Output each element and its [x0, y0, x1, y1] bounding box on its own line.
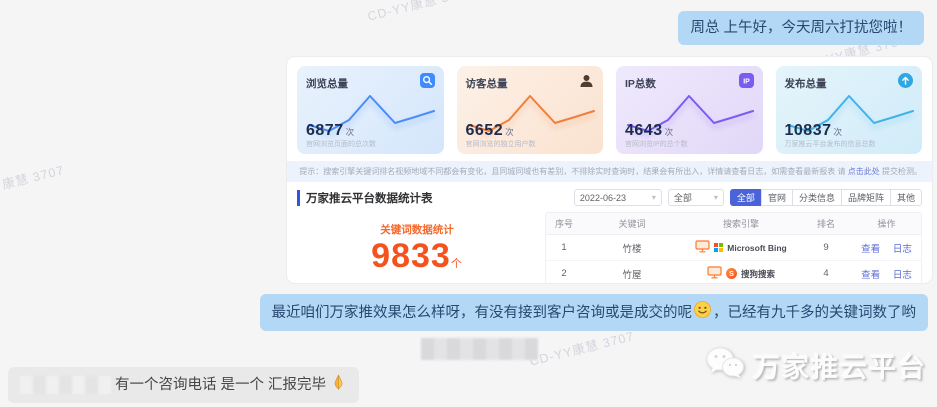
- table-row: 2 竹屋 S 搜狗搜索 4: [546, 261, 921, 284]
- col-rank: 排名: [800, 213, 852, 235]
- keyword-table: 序号 关键词 搜索引擎 排名 操作 1 竹楼: [545, 212, 922, 283]
- tip-link[interactable]: 点击此处: [848, 167, 880, 176]
- sogou-logo-icon: S: [726, 268, 737, 279]
- keyword-stat-value: 9833个: [297, 237, 537, 283]
- stat-cards-row: 浏览总量 6877次 官网浏览页面的总次数 访客总量 6652次: [287, 57, 932, 161]
- cell-rank: 4: [800, 261, 852, 284]
- bing-logo-icon: [714, 243, 723, 252]
- watermark: CD-YY康慧 3707: [0, 159, 66, 203]
- table-row: 1 竹楼 Microsoft Bing 9: [546, 235, 921, 261]
- log-link[interactable]: 日志: [893, 270, 912, 281]
- view-link[interactable]: 查看: [861, 270, 880, 281]
- brand-watermark: 万家推云平台: [705, 346, 927, 385]
- col-keyword: 关键词: [582, 213, 682, 235]
- card-value: 6877次: [306, 122, 355, 140]
- chat-bubble-greeting: 周总 上午好，今天周六打扰您啦！: [678, 11, 924, 45]
- table-header-row: 序号 关键词 搜索引擎 排名 操作: [546, 213, 921, 235]
- tab-classified[interactable]: 分类信息: [792, 189, 842, 206]
- tip-suffix: 提交检测。: [880, 167, 922, 176]
- card-value: 4643次: [625, 122, 674, 140]
- cell-index: 1: [546, 235, 582, 261]
- card-subtitle: 官网浏览IP的总个数: [625, 139, 688, 149]
- tab-website[interactable]: 官网: [761, 189, 793, 206]
- reply-text: 有一个咨询电话 是一个 汇报完毕: [115, 375, 326, 395]
- redacted-text: [421, 338, 538, 360]
- col-actions: 操作: [852, 213, 921, 235]
- chat-bubble-reply: 有一个咨询电话 是一个 汇报完毕: [8, 367, 359, 403]
- scope-select[interactable]: 全部▾: [668, 189, 724, 206]
- stat-card-ip: IP总数 IP 4643次 官网浏览IP的总个数: [616, 66, 763, 154]
- chevron-down-icon: ▾: [714, 193, 718, 202]
- cell-engine: S 搜狗搜索: [682, 261, 800, 284]
- chevron-down-icon: ▾: [652, 193, 656, 202]
- log-link[interactable]: 日志: [893, 244, 912, 255]
- monitor-icon: [707, 266, 722, 282]
- cell-index: 2: [546, 261, 582, 284]
- wechat-logo-icon: [705, 346, 745, 385]
- card-subtitle: 官网浏览的独立用户数: [466, 139, 536, 149]
- cell-actions: 查看 日志: [852, 235, 921, 261]
- folded-hands-emoji: [330, 374, 347, 396]
- question-text-before: 最近咱们万家推效果怎么样呀，有没有接到客户咨询或是成交的呢: [272, 303, 693, 323]
- tab-other[interactable]: 其他: [890, 189, 922, 206]
- stat-card-publish: 发布总量 10837次 万家推云平台发布的信息总数: [776, 66, 923, 154]
- chat-screen: CD-YY康慧 3707 CD-YY康慧 3707 CD-YY康慧 3707 C…: [0, 0, 937, 407]
- col-index: 序号: [546, 213, 582, 235]
- tip-bar: 提示：搜索引擎关键词排名视频地域不同都会有变化，且同城同域也有差别，不排除实时查…: [287, 161, 932, 182]
- question-text-after: ，已经有九千多的关键词数了哟: [713, 303, 916, 323]
- keyword-stat: 关键词数据统计 9833个: [297, 212, 537, 283]
- stats-section: 万家推云平台数据统计表 2022-06-23▾ 全部▾ 全部 官网 分类信息 品…: [287, 182, 932, 283]
- monitor-icon: [695, 240, 710, 256]
- card-value: 6652次: [466, 122, 515, 140]
- filter-tab-group: 全部 官网 分类信息 品牌矩阵 其他: [730, 189, 922, 206]
- cell-rank: 9: [800, 235, 852, 261]
- card-subtitle: 官网浏览页面的总次数: [306, 139, 376, 149]
- cell-keyword: 竹屋: [582, 261, 682, 284]
- watermark: CD-YY康慧 3707: [527, 325, 636, 369]
- chat-bubble-question: 最近咱们万家推效果怎么样呀，有没有接到客户咨询或是成交的呢 ，已经有九千多的关键词…: [260, 294, 929, 331]
- tip-text: 提示：搜索引擎关键词排名视频地域不同都会有变化，且同城同域也有差别，不排除实时查…: [299, 167, 847, 176]
- stat-card-visitors: 访客总量 6652次 官网浏览的独立用户数: [457, 66, 604, 154]
- cell-engine: Microsoft Bing: [682, 235, 800, 261]
- col-engine: 搜索引擎: [682, 213, 800, 235]
- greeting-text: 周总 上午好，今天周六打扰您啦！: [690, 20, 912, 36]
- tab-brand[interactable]: 品牌矩阵: [841, 189, 891, 206]
- stat-card-page-views: 浏览总量 6877次 官网浏览页面的总次数: [297, 66, 444, 154]
- cell-actions: 查看 日志: [852, 261, 921, 284]
- tab-all[interactable]: 全部: [730, 189, 762, 206]
- smile-emoji: [694, 301, 711, 324]
- card-subtitle: 万家推云平台发布的信息总数: [785, 139, 876, 149]
- section-title: 万家推云平台数据统计表: [297, 190, 433, 206]
- card-value: 10837次: [785, 122, 843, 140]
- brand-name: 万家推云平台: [753, 346, 927, 385]
- dashboard-image[interactable]: 浏览总量 6877次 官网浏览页面的总次数 访客总量 6652次: [287, 57, 932, 283]
- date-picker[interactable]: 2022-06-23▾: [574, 189, 662, 206]
- view-link[interactable]: 查看: [861, 244, 880, 255]
- redacted-text: [20, 376, 111, 394]
- watermark: CD-YY康慧 3707: [365, 0, 474, 25]
- keyword-stat-label: 关键词数据统计: [297, 222, 537, 237]
- cell-keyword: 竹楼: [582, 235, 682, 261]
